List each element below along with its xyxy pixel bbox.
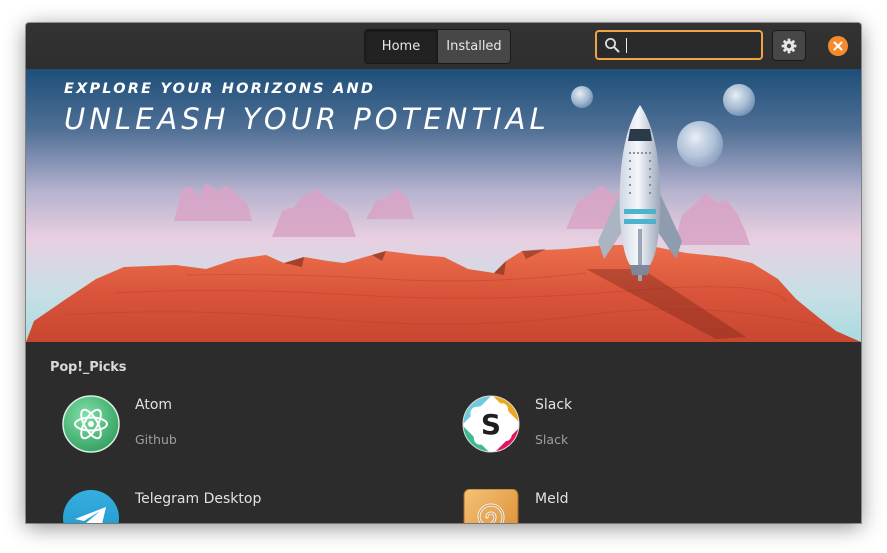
app-developer: Slack — [535, 432, 569, 447]
view-switcher: Home Installed — [364, 29, 511, 64]
meld-app-icon — [462, 488, 522, 523]
settings-button[interactable] — [772, 30, 806, 61]
close-icon — [833, 41, 843, 51]
app-name: Meld — [535, 491, 569, 507]
atom-app-icon — [62, 395, 122, 455]
slack-app-icon: S — [462, 395, 522, 455]
app-name: Atom — [135, 397, 173, 413]
featured-banner[interactable]: EXPLORE YOUR HORIZONS AND UNLEASH YOUR P… — [26, 69, 861, 342]
banner-tagline-top: EXPLORE YOUR HORIZONS AND — [64, 81, 376, 97]
app-name: Telegram Desktop — [135, 491, 262, 507]
banner-tagline-main: UNLEASH YOUR POTENTIAL — [64, 102, 550, 136]
app-developer: Github — [135, 432, 177, 447]
app-tile-atom[interactable]: Atom Github — [62, 395, 382, 465]
app-tile-slack[interactable]: S Slack Slack — [462, 395, 782, 465]
telegram-app-icon — [62, 489, 122, 523]
tab-installed[interactable]: Installed — [437, 30, 510, 63]
app-window: Home Installed EXPLORE YOUR HORIZONS AND… — [26, 23, 861, 523]
svg-text:S: S — [481, 408, 501, 441]
text-caret — [626, 38, 627, 53]
gear-icon — [781, 38, 797, 54]
section-heading: Pop!_Picks — [50, 360, 127, 375]
app-tile-meld[interactable]: Meld — [462, 488, 782, 523]
tab-home[interactable]: Home — [365, 30, 437, 63]
header-bar: Home Installed — [26, 23, 861, 70]
search-icon — [604, 37, 620, 53]
app-tile-telegram-desktop[interactable]: Telegram Desktop — [62, 489, 382, 523]
app-name: Slack — [535, 397, 573, 413]
close-button[interactable] — [828, 36, 848, 56]
search-entry[interactable] — [595, 30, 802, 60]
